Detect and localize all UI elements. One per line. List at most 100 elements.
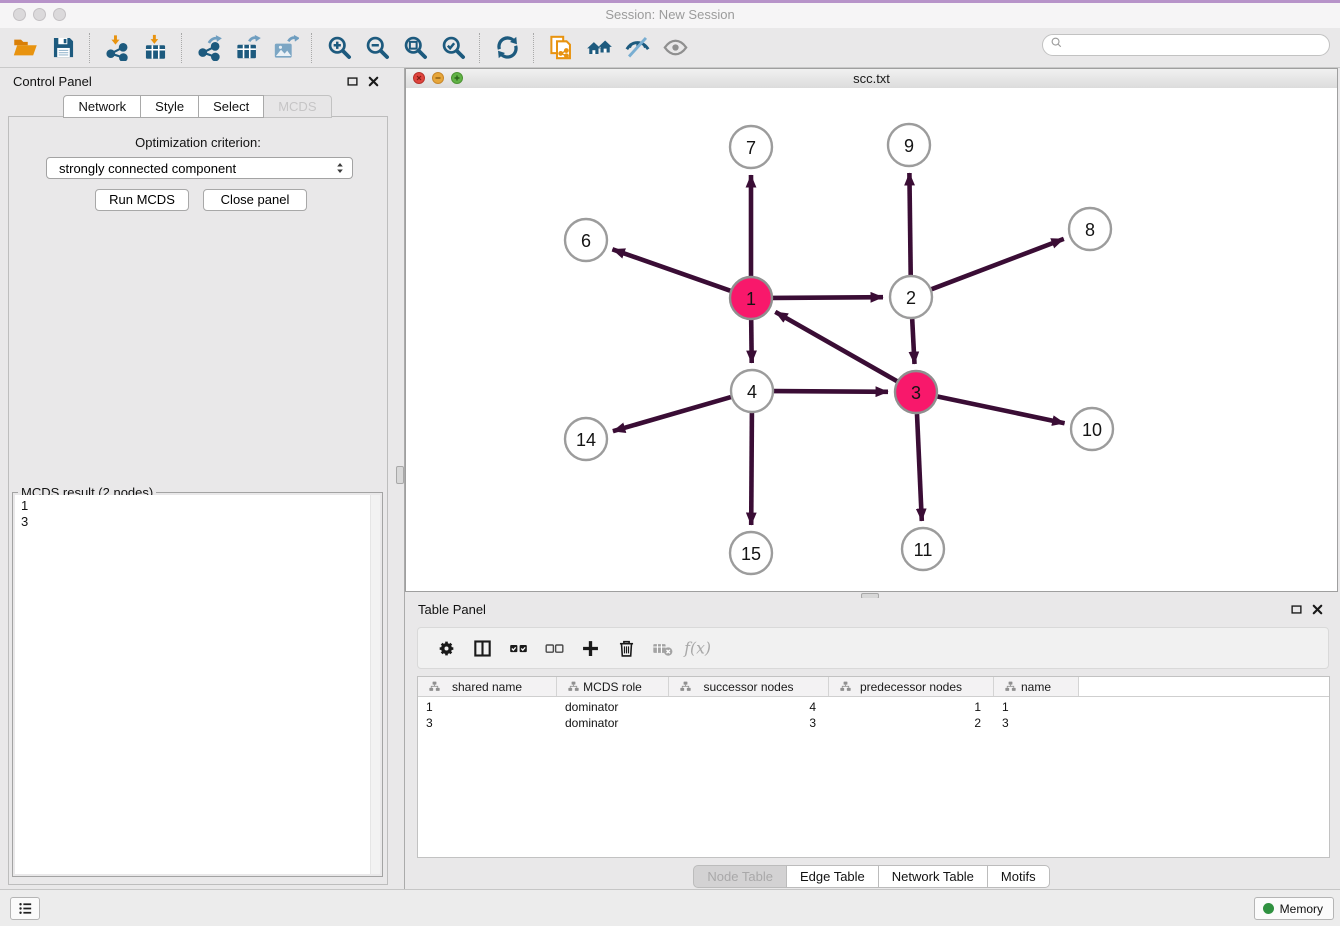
control-panel-title: Control Panel [13,74,92,89]
table-cell[interactable]: 3 [418,715,557,731]
graph-edge-3-11[interactable] [917,414,922,521]
graph-edge-4-14[interactable] [613,397,731,431]
import-table-button[interactable] [136,31,174,65]
memory-button[interactable]: Memory [1254,897,1334,920]
vertical-splitter[interactable] [395,68,405,890]
table-cell[interactable]: dominator [557,715,669,731]
gear-icon [436,638,457,659]
close-table-panel-icon[interactable] [1309,602,1326,619]
table-cell[interactable]: 1 [418,699,557,715]
task-history-button[interactable] [10,897,40,920]
graph-node-4[interactable]: 4 [731,370,773,412]
table-cell[interactable]: 4 [669,699,829,715]
graph-node-14[interactable]: 14 [565,418,607,460]
search-field[interactable] [1042,34,1330,56]
tab-node-table[interactable]: Node Table [693,865,787,888]
column-header-MCDS-role[interactable]: MCDS role [557,677,669,696]
graph-node-8[interactable]: 8 [1069,208,1111,250]
graph-edge-3-10[interactable] [938,397,1065,424]
open-session-button[interactable] [6,31,44,65]
network-canvas[interactable]: 7 9 6 8 1 2 4 3 14 10 15 11 [406,88,1337,591]
home-view-button[interactable] [580,31,618,65]
tab-network[interactable]: Network [63,95,141,118]
main-toolbar [0,28,1340,68]
zoom-out-button[interactable] [358,31,396,65]
add-column-button[interactable] [572,632,608,664]
graph-node-10[interactable]: 10 [1071,408,1113,450]
graph-node-label: 15 [741,544,761,564]
table-cell[interactable]: 1 [994,699,1079,715]
tab-select[interactable]: Select [199,95,264,118]
tab-motifs[interactable]: Motifs [988,865,1050,888]
tab-network-table[interactable]: Network Table [879,865,988,888]
mcds-result-line: 3 [21,514,374,530]
close-panel-button[interactable]: Close panel [203,189,307,211]
table-row[interactable]: 1dominator411 [418,699,1329,715]
column-header-name[interactable]: name [994,677,1079,696]
show-all-columns-button[interactable] [500,632,536,664]
column-header-successor-nodes[interactable]: successor nodes [669,677,829,696]
graph-node-15[interactable]: 15 [730,532,772,574]
close-panel-icon[interactable] [365,74,382,91]
table-settings-button[interactable] [428,632,464,664]
graph-edge-2-8[interactable] [932,239,1064,289]
graph-edge-4-3[interactable] [774,391,888,392]
float-table-panel-icon[interactable] [1288,602,1305,619]
tab-edge-table[interactable]: Edge Table [787,865,879,888]
table-row[interactable]: 3dominator323 [418,715,1329,731]
table-cell[interactable]: 3 [669,715,829,731]
graph-node-1[interactable]: 1 [730,277,772,319]
graph-node-label: 14 [576,430,596,450]
graph-edge-1-6[interactable] [612,249,730,290]
graph-node-3[interactable]: 3 [895,371,937,413]
mcds-result-scrollbar[interactable] [370,495,380,874]
float-panel-icon[interactable] [344,74,361,91]
import-network-button[interactable] [98,31,136,65]
tab-mcds[interactable]: MCDS [264,95,331,118]
save-session-button[interactable] [44,31,82,65]
column-layout-button[interactable] [464,632,500,664]
graph-node-6[interactable]: 6 [565,219,607,261]
network-graph-svg[interactable]: 7 9 6 8 1 2 4 3 14 10 15 11 [406,88,1337,591]
graph-edge-2-9[interactable] [909,173,910,275]
graph-edge-2-3[interactable] [912,319,914,364]
graph-node-9[interactable]: 9 [888,124,930,166]
graph-edge-3-1[interactable] [775,312,897,381]
table-cell[interactable]: 1 [829,699,994,715]
run-mcds-button[interactable]: Run MCDS [95,189,189,211]
criterion-dropdown[interactable]: strongly connected component [46,157,353,179]
graph-node-7[interactable]: 7 [730,126,772,168]
homes-icon [586,34,613,61]
table-cell[interactable]: dominator [557,699,669,715]
svg-text:f(x): f(x) [683,640,711,658]
graph-edge-1-4[interactable] [751,320,752,363]
vertical-splitter-handle[interactable] [396,466,404,484]
export-network-button[interactable] [190,31,228,65]
zoom-in-button[interactable] [320,31,358,65]
export-table-button[interactable] [228,31,266,65]
hide-panels-button[interactable] [618,31,656,65]
hide-all-columns-button[interactable] [536,632,572,664]
graph-edge-4-15[interactable] [751,413,752,525]
function-builder-button: f(x) [680,632,716,664]
delete-column-button[interactable] [608,632,644,664]
network-window-titlebar[interactable]: scc.txt [406,69,1337,89]
clone-network-button[interactable] [542,31,580,65]
search-input[interactable] [1064,37,1329,54]
graph-node-2[interactable]: 2 [890,276,932,318]
graph-node-label: 2 [906,288,916,308]
zoom-fit-button[interactable] [396,31,434,65]
graph-node-11[interactable]: 11 [902,528,944,570]
graph-edge-1-2[interactable] [773,297,883,298]
table-cell[interactable]: 2 [829,715,994,731]
column-header-shared-name[interactable]: shared name [418,677,557,696]
tab-style[interactable]: Style [141,95,199,118]
mcds-result-list[interactable]: 13 [15,495,380,874]
graph-node-label: 3 [911,383,921,403]
refresh-layout-button[interactable] [488,31,526,65]
column-header-predecessor-nodes[interactable]: predecessor nodes [829,677,994,696]
export-image-button[interactable] [266,31,304,65]
save-icon [50,34,77,61]
zoom-selected-button[interactable] [434,31,472,65]
table-cell[interactable]: 3 [994,715,1079,731]
